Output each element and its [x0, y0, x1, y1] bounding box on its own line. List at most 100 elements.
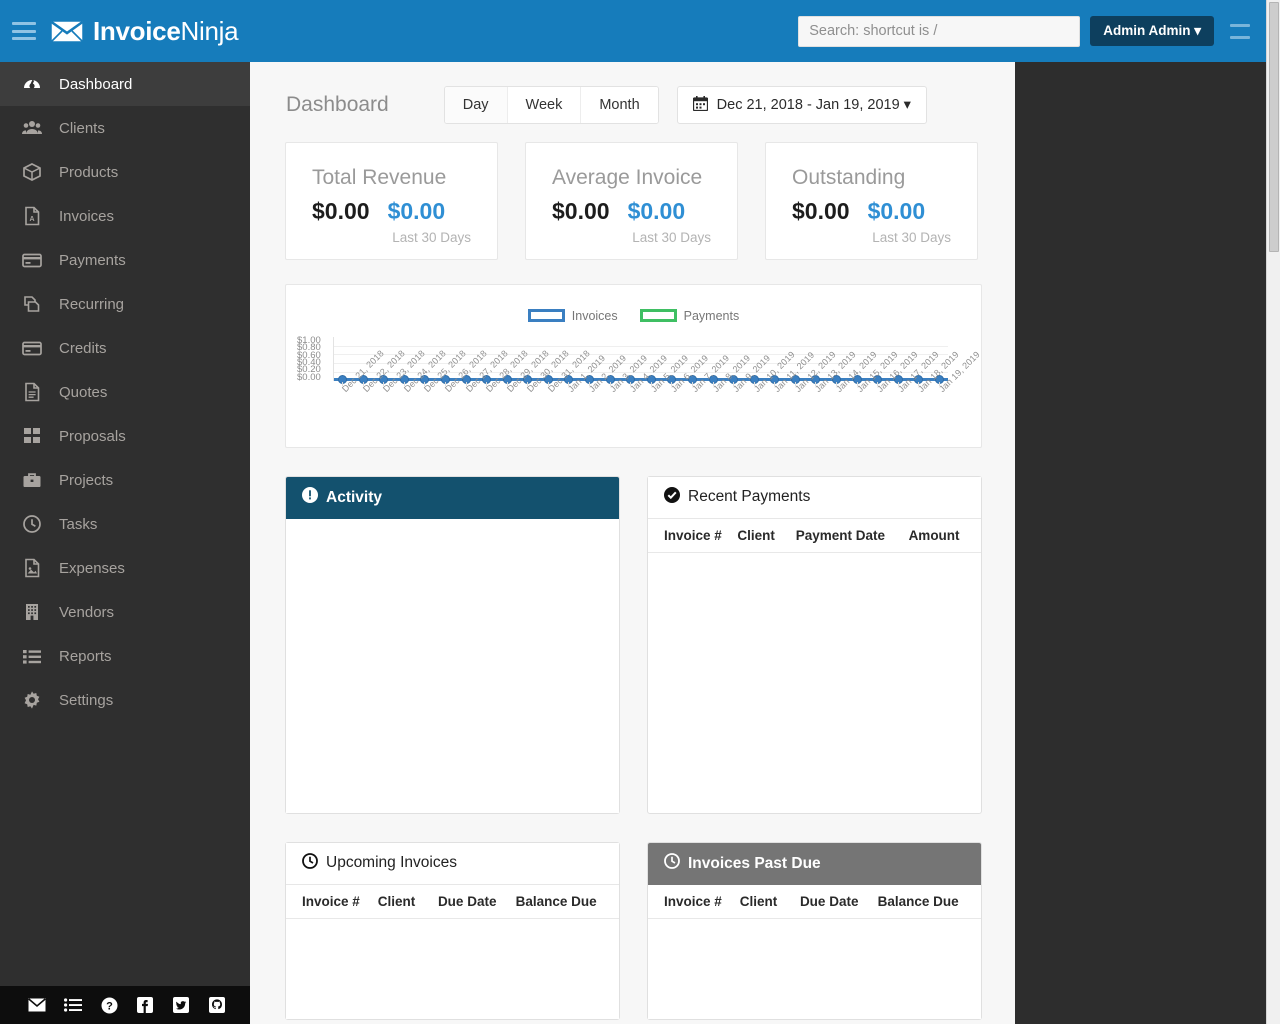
page-scrollbar[interactable]: [1266, 0, 1280, 1024]
sidebar-item-credits[interactable]: Credits: [0, 326, 250, 370]
sidebar-item-label: Invoices: [59, 207, 115, 225]
recent-payments-header: Recent Payments: [648, 476, 981, 519]
column-header[interactable]: Client: [737, 528, 795, 543]
upcoming-invoices-title: Upcoming Invoices: [326, 854, 457, 872]
search-input[interactable]: [798, 15, 1081, 47]
gear-icon: [22, 690, 42, 710]
sidebar-item-label: Payments: [59, 251, 126, 269]
legend-label: Invoices: [571, 308, 618, 323]
column-header[interactable]: Invoice #: [664, 528, 737, 543]
topbar-right-group: Admin Admin ▾: [798, 15, 1266, 47]
twitter-icon[interactable]: [172, 996, 190, 1014]
stat-card-values: $0.00 $0.00: [552, 198, 711, 225]
sidebar-item-label: Settings: [59, 691, 114, 709]
column-header[interactable]: Payment Date: [796, 528, 909, 543]
column-header[interactable]: Balance Due: [516, 894, 603, 909]
sidebar-item-projects[interactable]: Projects: [0, 458, 250, 502]
sidebar-item-settings[interactable]: Settings: [0, 678, 250, 722]
legend-swatch: [527, 309, 565, 323]
sidebar-item-quotes[interactable]: Quotes: [0, 370, 250, 414]
sidebar-item-products[interactable]: Products: [0, 150, 250, 194]
list-icon[interactable]: [64, 996, 82, 1014]
column-header[interactable]: Invoice #: [664, 894, 740, 909]
user-menu-button[interactable]: Admin Admin ▾: [1090, 16, 1214, 46]
legend-item-payments[interactable]: Payments: [639, 309, 739, 323]
stat-card-subtitle: Last 30 Days: [632, 229, 711, 245]
sidebar-item-label: Quotes: [59, 383, 108, 401]
activity-panel-body: [286, 518, 619, 813]
top-navbar: InvoiceNinja Admin Admin ▾: [0, 0, 1266, 62]
dashboard-icon: [22, 74, 42, 94]
envelope-icon[interactable]: [28, 996, 46, 1014]
svg-text:A: A: [29, 216, 34, 223]
column-header[interactable]: Balance Due: [878, 894, 965, 909]
panel-row-top: Activity Recent Payments Invoice # Client…: [250, 475, 1015, 814]
y-axis-tick-label: $0.00: [297, 371, 321, 383]
sidebar-item-vendors[interactable]: Vendors: [0, 590, 250, 634]
page-header: Dashboard Day Week Month Dec 21, 2018 - …: [250, 62, 1015, 124]
file-text-icon: [22, 382, 42, 402]
date-range-picker[interactable]: Dec 21, 2018 - Jan 19, 2019 ▾: [676, 86, 927, 124]
sidebar-item-label: Vendors: [59, 603, 115, 621]
column-header[interactable]: Due Date: [800, 894, 878, 909]
column-header[interactable]: Client: [740, 894, 800, 909]
activity-panel-header: Activity: [286, 476, 619, 519]
question-circle-icon[interactable]: ?: [100, 996, 118, 1014]
copy-files-icon: [22, 294, 42, 314]
sidebar-item-proposals[interactable]: Proposals: [0, 414, 250, 458]
stat-card-title: Outstanding: [792, 166, 906, 189]
stat-card-row: Total Revenue $0.00 $0.00 Last 30 Days A…: [250, 124, 1015, 260]
sidebar-item-tasks[interactable]: Tasks: [0, 502, 250, 546]
github-icon[interactable]: [208, 996, 226, 1014]
briefcase-icon: [22, 470, 42, 490]
sidebar-item-invoices[interactable]: A Invoices: [0, 194, 250, 238]
sidebar-item-reports[interactable]: Reports: [0, 634, 250, 678]
sidebar-item-expenses[interactable]: Expenses: [0, 546, 250, 590]
date-range-label: Dec 21, 2018 - Jan 19, 2019 ▾: [716, 97, 911, 113]
brand-logo[interactable]: InvoiceNinja: [50, 16, 239, 47]
stat-card-subtitle: Last 30 Days: [392, 229, 471, 245]
column-header[interactable]: Amount: [909, 528, 965, 543]
sidebar-toggle-button[interactable]: [12, 22, 36, 40]
credit-card-icon: [22, 250, 42, 270]
sidebar-item-label: Proposals: [59, 427, 126, 445]
sidebar-item-recurring[interactable]: Recurring: [0, 282, 250, 326]
sidebar-item-dashboard[interactable]: Dashboard: [0, 62, 250, 106]
upcoming-invoices-table-header: Invoice # Client Due Date Balance Due: [286, 885, 619, 919]
box-icon: [22, 162, 42, 182]
range-button-day[interactable]: Day: [444, 87, 508, 123]
recent-payments-panel: Recent Payments Invoice # Client Payment D…: [647, 475, 982, 814]
upcoming-invoices-header: Upcoming Invoices: [286, 842, 619, 885]
scrollbar-thumb[interactable]: [1269, 2, 1279, 252]
column-header[interactable]: Invoice #: [302, 894, 378, 909]
column-header[interactable]: Due Date: [438, 894, 516, 909]
facebook-icon[interactable]: [136, 996, 154, 1014]
sidebar-item-clients[interactable]: Clients: [0, 106, 250, 150]
sidebar-item-label: Recurring: [59, 295, 125, 313]
stat-card-values: $0.00 $0.00: [312, 198, 471, 225]
brand-text: InvoiceNinja: [93, 16, 239, 47]
stat-value-secondary: $0.00: [387, 197, 446, 224]
range-button-month[interactable]: Month: [581, 87, 658, 123]
envelope-logo-icon: [50, 19, 84, 43]
file-pdf-icon: A: [22, 206, 42, 226]
list-icon: [22, 646, 42, 666]
chart-x-axis-labels: Dec 21, 2018 Dec 22, 2018 Dec 23, 2018 Dec …: [333, 348, 982, 447]
range-button-week[interactable]: Week: [507, 87, 582, 123]
sidebar-item-label: Expenses: [59, 559, 125, 577]
stat-card-values: $0.00 $0.00: [792, 198, 951, 225]
right-menu-toggle-button[interactable]: [1230, 23, 1250, 39]
stat-card-total-revenue: Total Revenue $0.00 $0.00 Last 30 Days: [285, 142, 498, 260]
users-icon: [22, 118, 42, 138]
recent-payments-title: Recent Payments: [688, 488, 811, 506]
sidebar-item-payments[interactable]: Payments: [0, 238, 250, 282]
right-dark-gutter: [1015, 62, 1266, 1024]
legend-item-invoices[interactable]: Invoices: [527, 308, 618, 323]
sidebar-nav: Dashboard Clients Products A Invoices Payment…: [0, 62, 250, 1024]
stat-card-title: Total Revenue: [312, 166, 447, 189]
stat-card-title: Average Invoice: [552, 166, 703, 189]
column-header[interactable]: Client: [378, 894, 438, 909]
stat-card-average-invoice: Average Invoice $0.00 $0.00 Last 30 Days: [525, 142, 738, 260]
sidebar-item-label: Projects: [59, 471, 114, 489]
revenue-chart-panel: Invoices Payments $1.00 $0.80 $0.60 $0.40 $0.…: [285, 283, 982, 448]
